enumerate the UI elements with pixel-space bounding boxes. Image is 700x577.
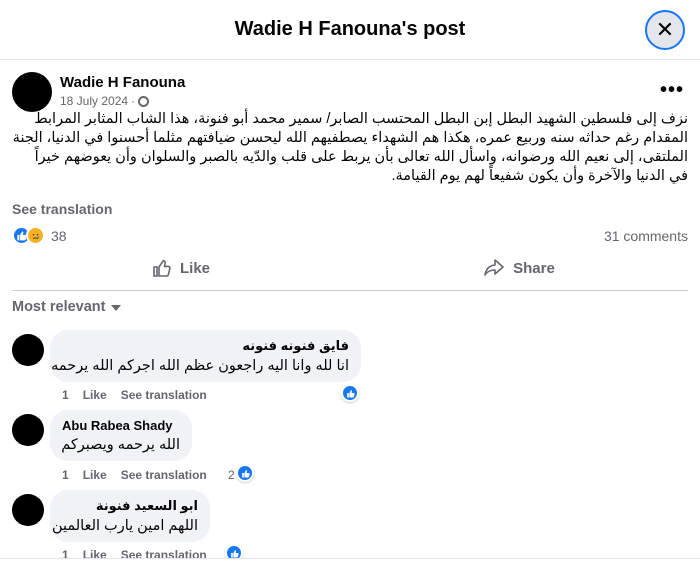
- commenter-avatar[interactable]: [12, 414, 44, 446]
- comment-actions: 1 Like See translation: [62, 388, 207, 402]
- post-actions: Like Share: [12, 250, 688, 286]
- post-meta: 18 July 2024 ·: [60, 94, 150, 108]
- comments-filter[interactable]: Most relevant: [12, 299, 122, 315]
- like-button[interactable]: Like: [12, 250, 350, 286]
- comment-see-translation[interactable]: See translation: [121, 468, 207, 482]
- filter-label: Most relevant: [12, 299, 106, 315]
- more-icon: •••: [659, 78, 684, 101]
- comments-count[interactable]: 31 comments: [604, 228, 688, 244]
- like-icon: [153, 259, 171, 277]
- comment-reaction-count: 2: [228, 468, 235, 482]
- comment-bubble: فايق فنونه فنونه انا لله وانا اليه راجعو…: [50, 330, 361, 382]
- sad-reaction-icon: [26, 226, 45, 245]
- comment-time[interactable]: 1: [62, 388, 69, 402]
- reaction-count: 38: [51, 227, 67, 244]
- close-icon: ✕: [655, 17, 675, 42]
- share-button[interactable]: Share: [350, 250, 688, 286]
- comment-like-icon[interactable]: [341, 384, 359, 402]
- comment-like-button[interactable]: Like: [83, 388, 107, 402]
- commenter-name[interactable]: Abu Rabea Shady: [62, 418, 180, 433]
- comment-text: انا لله وانا اليه راجعون عظم الله اجركم …: [51, 358, 349, 374]
- comment-time[interactable]: 1: [62, 468, 69, 482]
- share-icon: [484, 259, 504, 276]
- comment-bubble: ابو السعيد فنونة اللهم امين يارب العالمي…: [50, 490, 210, 542]
- share-label: Share: [513, 259, 555, 277]
- divider: [12, 290, 688, 291]
- author-name[interactable]: Wadie H Fanouna: [60, 74, 185, 91]
- post-header: Wadie H Fanouna 18 July 2024 · •••: [12, 72, 692, 112]
- commenter-name[interactable]: ابو السعيد فنونة: [62, 498, 198, 514]
- comment-composer-edge: [0, 558, 700, 577]
- chevron-down-icon: [111, 305, 122, 311]
- comment-like-icon[interactable]: [236, 464, 254, 482]
- globe-icon: [138, 95, 150, 107]
- more-options-button[interactable]: •••: [658, 76, 686, 104]
- author-avatar[interactable]: [12, 72, 52, 112]
- like-label: Like: [179, 259, 210, 277]
- see-translation-link[interactable]: See translation: [12, 201, 112, 217]
- reaction-summary[interactable]: 38: [12, 226, 67, 245]
- comment-text: الله يرحمه ويصبركم: [61, 437, 180, 453]
- post-date[interactable]: 18 July 2024: [60, 94, 128, 108]
- comment-text: اللهم امين يارب العالمين: [51, 518, 198, 534]
- comment-see-translation[interactable]: See translation: [121, 388, 207, 402]
- dialog-title: Wadie H Fanouna's post: [234, 18, 466, 40]
- comment-bubble: Abu Rabea Shady الله يرحمه ويصبركم: [50, 410, 192, 461]
- dialog-header: Wadie H Fanouna's post ✕: [0, 0, 700, 60]
- commenter-name[interactable]: فايق فنونه فنونه: [62, 338, 349, 354]
- post-text: نزف إلى فلسطين الشهيد البطل إبن البطل ال…: [12, 111, 688, 184]
- commenter-avatar[interactable]: [12, 494, 44, 526]
- close-button[interactable]: ✕: [645, 10, 685, 50]
- comment-actions: 1 Like See translation: [62, 468, 207, 482]
- commenter-avatar[interactable]: [12, 334, 44, 366]
- comment-like-button[interactable]: Like: [83, 468, 107, 482]
